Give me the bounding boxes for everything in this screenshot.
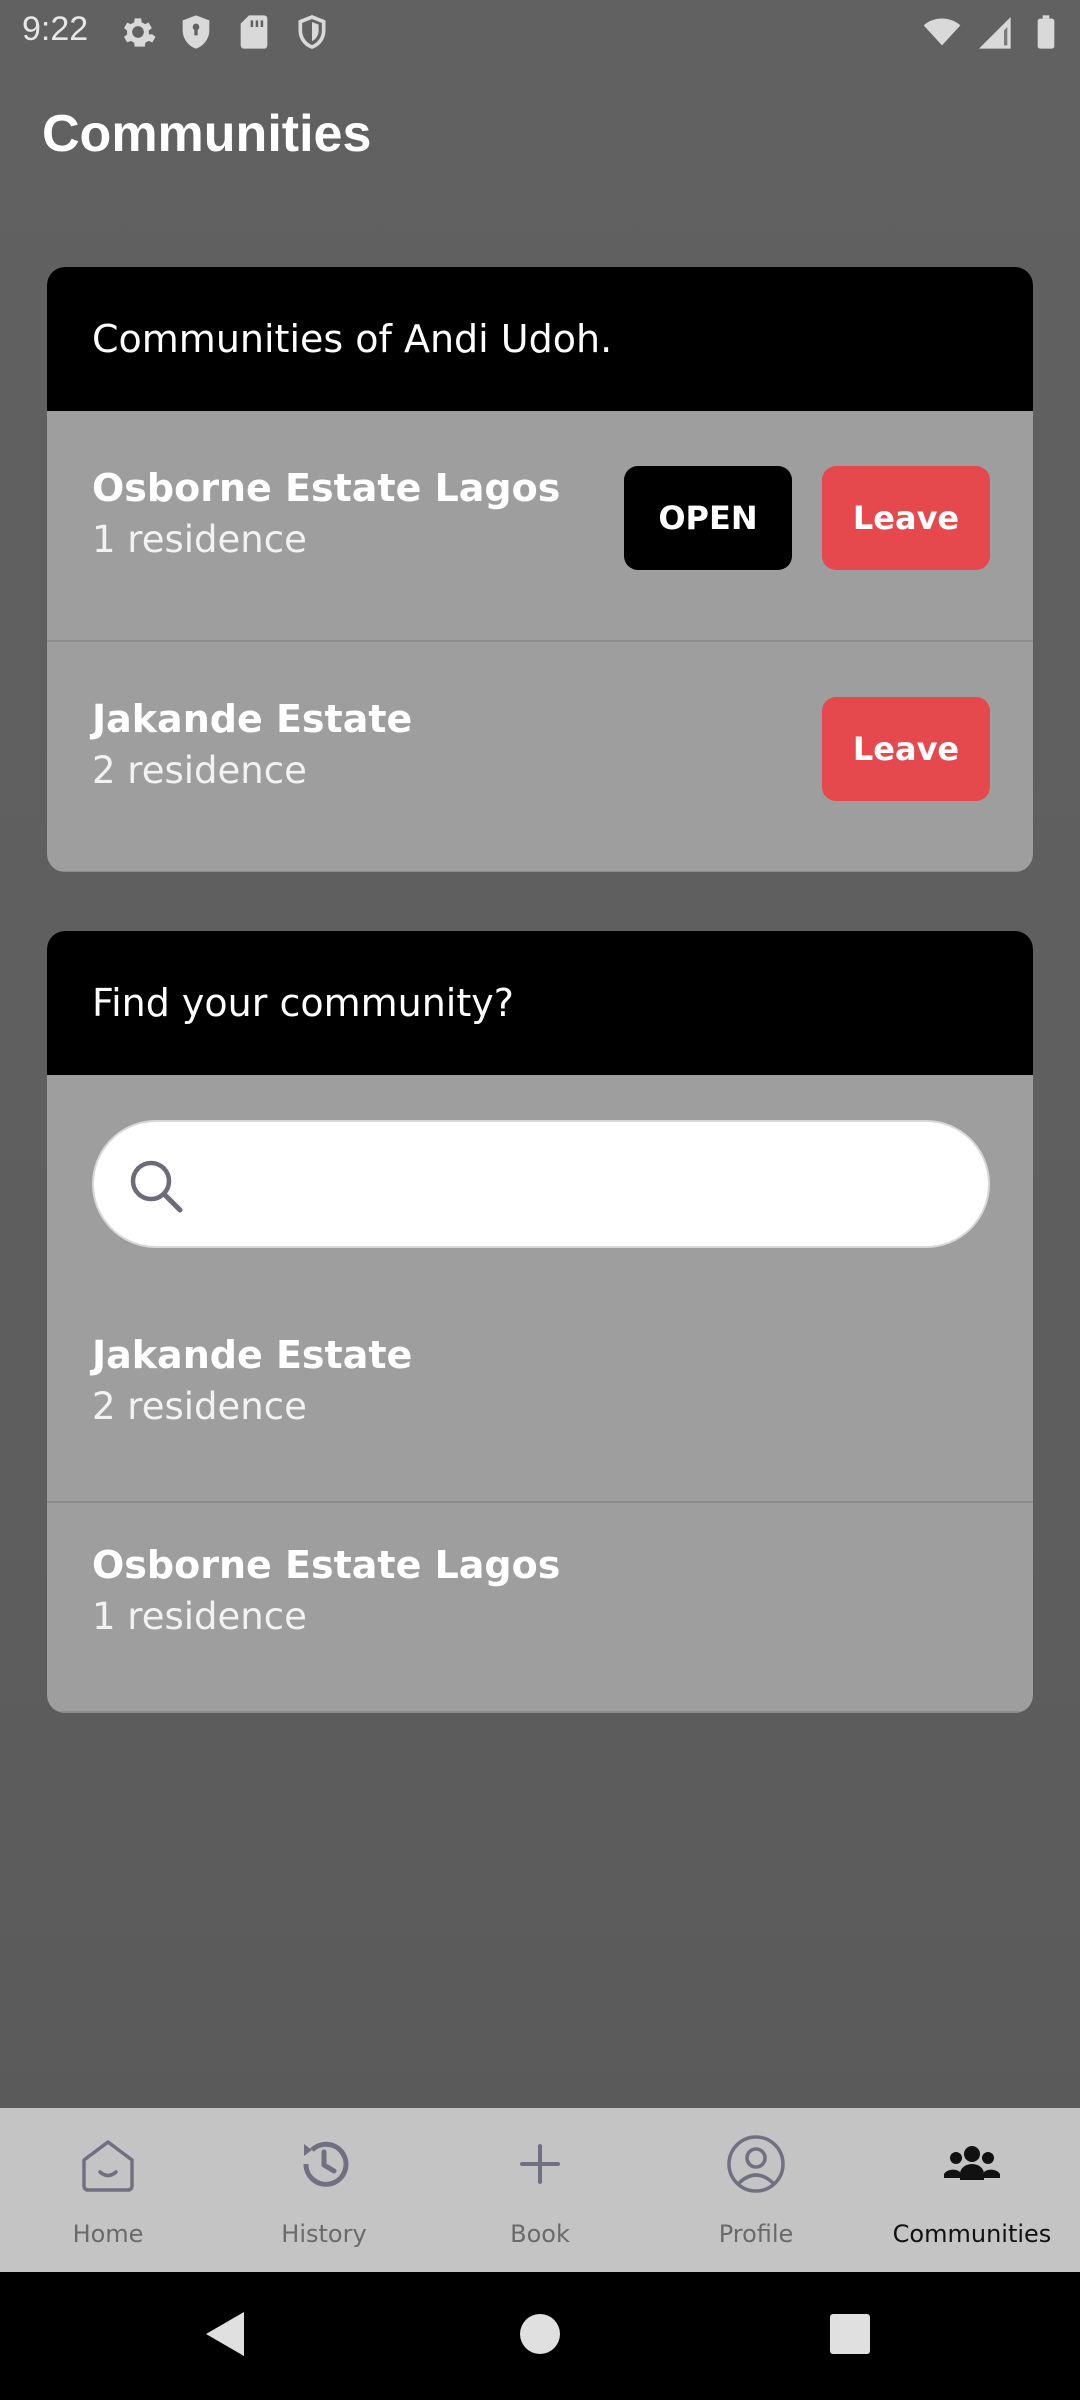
community-row: Osborne Estate Lagos 1 residence OPEN Le… (47, 411, 1033, 642)
community-name: Jakande Estate (92, 1333, 413, 1377)
community-residence-count: 2 residence (92, 749, 307, 792)
history-icon (303, 2141, 349, 2187)
plus-icon (520, 2144, 560, 2184)
gear-icon (124, 18, 156, 47)
shield-outline-icon (298, 15, 326, 49)
nav-label-profile: Profile (718, 2220, 794, 2248)
nav-label-history: History (281, 2220, 367, 2248)
system-nav-bar (0, 2272, 1080, 2400)
leave-community-button[interactable]: Leave (822, 697, 990, 801)
community-name: Osborne Estate Lagos (92, 1543, 561, 1587)
nav-item-profile[interactable]: Profile (648, 2108, 864, 2272)
search-result-row[interactable]: Osborne Estate Lagos 1 residence (47, 1503, 1033, 1713)
search-result-row[interactable]: Jakande Estate 2 residence (47, 1293, 1033, 1503)
open-community-button[interactable]: OPEN (624, 466, 792, 570)
recents-icon[interactable] (818, 2302, 882, 2366)
search-icon (130, 1160, 183, 1213)
nav-item-communities[interactable]: Communities (864, 2108, 1080, 2272)
community-residence-count: 1 residence (92, 1595, 307, 1638)
find-community-card: Find your community? Jakande Estate 2 re… (47, 931, 1033, 1713)
home-icon (82, 2140, 134, 2192)
communities-icon (944, 2146, 1000, 2180)
page-title: Communities (42, 105, 372, 163)
home-button-icon[interactable] (508, 2302, 572, 2366)
shield-icon (182, 15, 210, 49)
search-area (47, 1075, 1033, 1293)
community-name: Jakande Estate (92, 697, 413, 741)
status-icons-left (118, 12, 332, 52)
wifi-icon (923, 18, 961, 46)
sd-card-icon (240, 15, 268, 49)
community-name: Osborne Estate Lagos (92, 466, 561, 510)
battery-icon (1037, 15, 1055, 49)
my-communities-card: Communities of Andi Udoh. Osborne Estate… (47, 267, 1033, 872)
search-input[interactable] (204, 1146, 964, 1226)
community-residence-count: 2 residence (92, 1385, 307, 1428)
nav-item-book[interactable]: Book (432, 2108, 648, 2272)
profile-icon (727, 2135, 785, 2193)
nav-label-home: Home (72, 2220, 144, 2248)
nav-item-home[interactable]: Home (0, 2108, 216, 2272)
status-time: 9:22 (22, 10, 89, 48)
community-residence-count: 1 residence (92, 518, 307, 561)
bottom-nav: Home History Book Profile Communities (0, 2108, 1080, 2272)
find-community-header: Find your community? (47, 931, 1033, 1075)
status-icons-right (922, 12, 1066, 52)
leave-community-button[interactable]: Leave (822, 466, 990, 570)
back-icon[interactable] (194, 2302, 258, 2366)
signal-icon (979, 17, 1011, 49)
nav-label-communities: Communities (892, 2220, 1052, 2248)
search-box[interactable] (92, 1120, 990, 1248)
nav-label-book: Book (510, 2220, 570, 2248)
status-bar: 9:22 (0, 0, 1080, 64)
community-row: Jakande Estate 2 residence Leave (47, 642, 1033, 872)
my-communities-header: Communities of Andi Udoh. (47, 267, 1033, 411)
nav-item-history[interactable]: History (216, 2108, 432, 2272)
